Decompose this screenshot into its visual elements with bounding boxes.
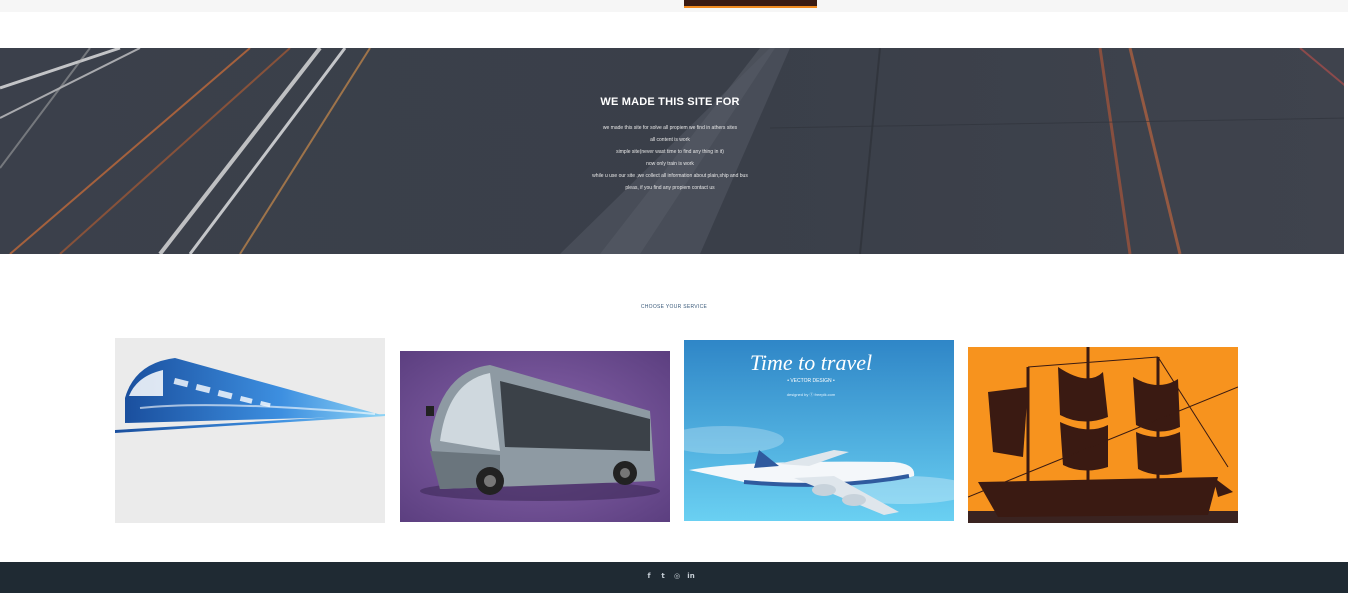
hero-text-block: WE MADE THIS SITE FOR we made this site … [520,96,820,194]
hero-banner: WE MADE THIS SITE FOR we made this site … [0,48,1348,254]
footer: f t ◎ in [0,562,1348,593]
hero-line: simple site(never wast time to find any … [616,149,724,155]
instagram-icon[interactable]: ◎ [673,572,681,580]
ship-service-card[interactable] [968,347,1238,523]
scrollbar-track[interactable] [1344,12,1348,270]
hero-line: now only train is work [646,161,694,167]
top-image-thumbnail[interactable] [684,0,817,8]
twitter-icon[interactable]: t [659,572,667,580]
plane-card-subtitle: • VECTOR DESIGN • [787,378,835,384]
train-service-card[interactable] [115,338,385,523]
plane-card-title: Time to travel [750,350,872,375]
linkedin-icon[interactable]: in [687,572,695,580]
social-links: f t ◎ in [640,570,700,582]
hero-title: WE MADE THIS SITE FOR [600,96,740,108]
hero-line: pleas, if you find any propiem contact u… [625,185,715,191]
top-strip [0,0,1348,12]
bus-icon [400,351,670,522]
plane-service-card[interactable]: Time to travel • VECTOR DESIGN • designe… [684,340,954,521]
services-heading: CHOOSE YOUR SERVICE [640,304,708,310]
bus-service-card[interactable] [400,351,670,522]
hero-description: we made this site for solve all propiem … [520,122,820,194]
hero-line: we made this site for solve all propiem … [602,125,738,131]
ship-icon [968,347,1238,523]
facebook-icon[interactable]: f [645,572,653,580]
hero-line: all content is work [650,137,690,143]
plane-card-credit: designed by ⓕ freepik.com [787,391,836,397]
page: WE MADE THIS SITE FOR we made this site … [0,0,1348,593]
airplane-icon: Time to travel • VECTOR DESIGN • designe… [684,340,954,521]
hero-line: while u use our site ,we collect all inf… [592,173,748,179]
train-icon [115,358,385,433]
